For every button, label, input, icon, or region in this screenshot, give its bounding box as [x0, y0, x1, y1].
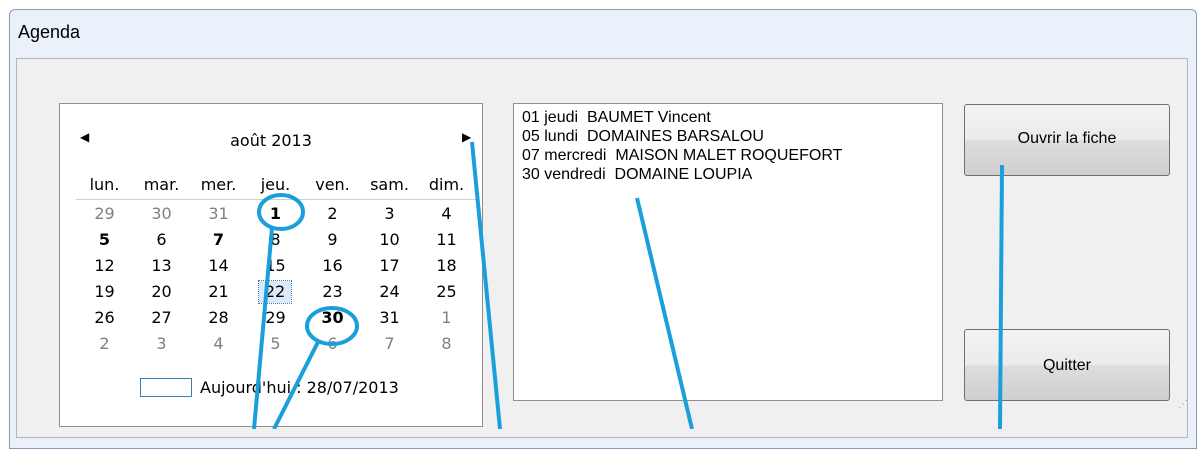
- today-footer[interactable]: Aujourd'hui : 28/07/2013: [140, 375, 399, 399]
- weekday-label: lun.: [89, 175, 120, 194]
- calendar-day[interactable]: 30: [133, 203, 190, 225]
- calendar-day[interactable]: 5: [76, 229, 133, 251]
- calendar-day[interactable]: 1: [247, 203, 304, 225]
- calendar-day[interactable]: 3: [361, 203, 418, 225]
- calendar-day[interactable]: 1: [418, 307, 475, 329]
- calendar-day[interactable]: 4: [190, 333, 247, 355]
- calendar-day[interactable]: 10: [361, 229, 418, 251]
- calendar-day[interactable]: 3: [133, 333, 190, 355]
- calendar-day[interactable]: 5: [247, 333, 304, 355]
- window-title: Agenda: [18, 22, 81, 42]
- list-item[interactable]: 30 vendredi DOMAINE LOUPIA: [522, 165, 942, 184]
- weekday-label: ven.: [315, 175, 350, 194]
- weekday-label: mar.: [143, 175, 180, 194]
- calendar-day[interactable]: 8: [418, 333, 475, 355]
- calendar-day[interactable]: 26: [76, 307, 133, 329]
- calendar-day[interactable]: 4: [418, 203, 475, 225]
- calendar-day[interactable]: 25: [418, 281, 475, 303]
- list-item[interactable]: 01 jeudi BAUMET Vincent: [522, 108, 942, 127]
- list-item[interactable]: 05 lundi DOMAINES BARSALOU: [522, 127, 942, 146]
- calendar-day[interactable]: 7: [361, 333, 418, 355]
- weekday-label: mer.: [200, 175, 237, 194]
- calendar-day[interactable]: 7: [190, 229, 247, 251]
- quit-button[interactable]: Quitter: [964, 329, 1170, 401]
- calendar-day[interactable]: 23: [304, 281, 361, 303]
- calendar-day[interactable]: 19: [76, 281, 133, 303]
- calendar-day[interactable]: 14: [190, 255, 247, 277]
- calendar-day[interactable]: 31: [190, 203, 247, 225]
- calendar-day[interactable]: 13: [133, 255, 190, 277]
- calendar-day[interactable]: 9: [304, 229, 361, 251]
- calendar-day[interactable]: 20: [133, 281, 190, 303]
- calendar-day[interactable]: 15: [247, 255, 304, 277]
- weekday-label: jeu.: [260, 175, 291, 194]
- weekday-label: sam.: [370, 175, 409, 194]
- appointments-list[interactable]: 01 jeudi BAUMET Vincent 05 lundi DOMAINE…: [513, 103, 943, 401]
- calendar-day[interactable]: 24: [361, 281, 418, 303]
- list-item[interactable]: 07 mercredi MAISON MALET ROQUEFORT: [522, 146, 942, 165]
- calendar-day[interactable]: 2: [304, 203, 361, 225]
- calendar-day[interactable]: 8: [247, 229, 304, 251]
- calendar-day[interactable]: 21: [190, 281, 247, 303]
- calendar-day[interactable]: 22: [258, 280, 292, 304]
- today-swatch: [140, 377, 192, 397]
- calendar-day[interactable]: 18: [418, 255, 475, 277]
- calendar-day[interactable]: 2: [76, 333, 133, 355]
- weekday-label: dim.: [428, 175, 465, 194]
- calendar-day[interactable]: 31: [361, 307, 418, 329]
- calendar-day[interactable]: 29: [247, 307, 304, 329]
- calendar-month-label[interactable]: août 2013: [60, 131, 482, 150]
- calendar-day[interactable]: 28: [190, 307, 247, 329]
- calendar-day[interactable]: 11: [418, 229, 475, 251]
- open-record-button[interactable]: Ouvrir la fiche: [964, 104, 1170, 176]
- calendar-day[interactable]: 6: [304, 333, 361, 355]
- month-calendar[interactable]: ◀ ▶ août 2013 lun. mar. mer. jeu. ven. sam. di…: [59, 103, 483, 427]
- calendar-day[interactable]: 12: [76, 255, 133, 277]
- calendar-day[interactable]: 17: [361, 255, 418, 277]
- resize-grip-icon[interactable]: ⋰: [1178, 400, 1190, 412]
- calendar-day[interactable]: 16: [304, 255, 361, 277]
- calendar-day[interactable]: 6: [133, 229, 190, 251]
- today-label[interactable]: Aujourd'hui : 28/07/2013: [200, 378, 399, 397]
- calendar-day[interactable]: 29: [76, 203, 133, 225]
- calendar-day[interactable]: 30: [304, 307, 361, 329]
- calendar-day[interactable]: 27: [133, 307, 190, 329]
- weekday-header: lun. mar. mer. jeu. ven. sam. dim.: [76, 175, 476, 200]
